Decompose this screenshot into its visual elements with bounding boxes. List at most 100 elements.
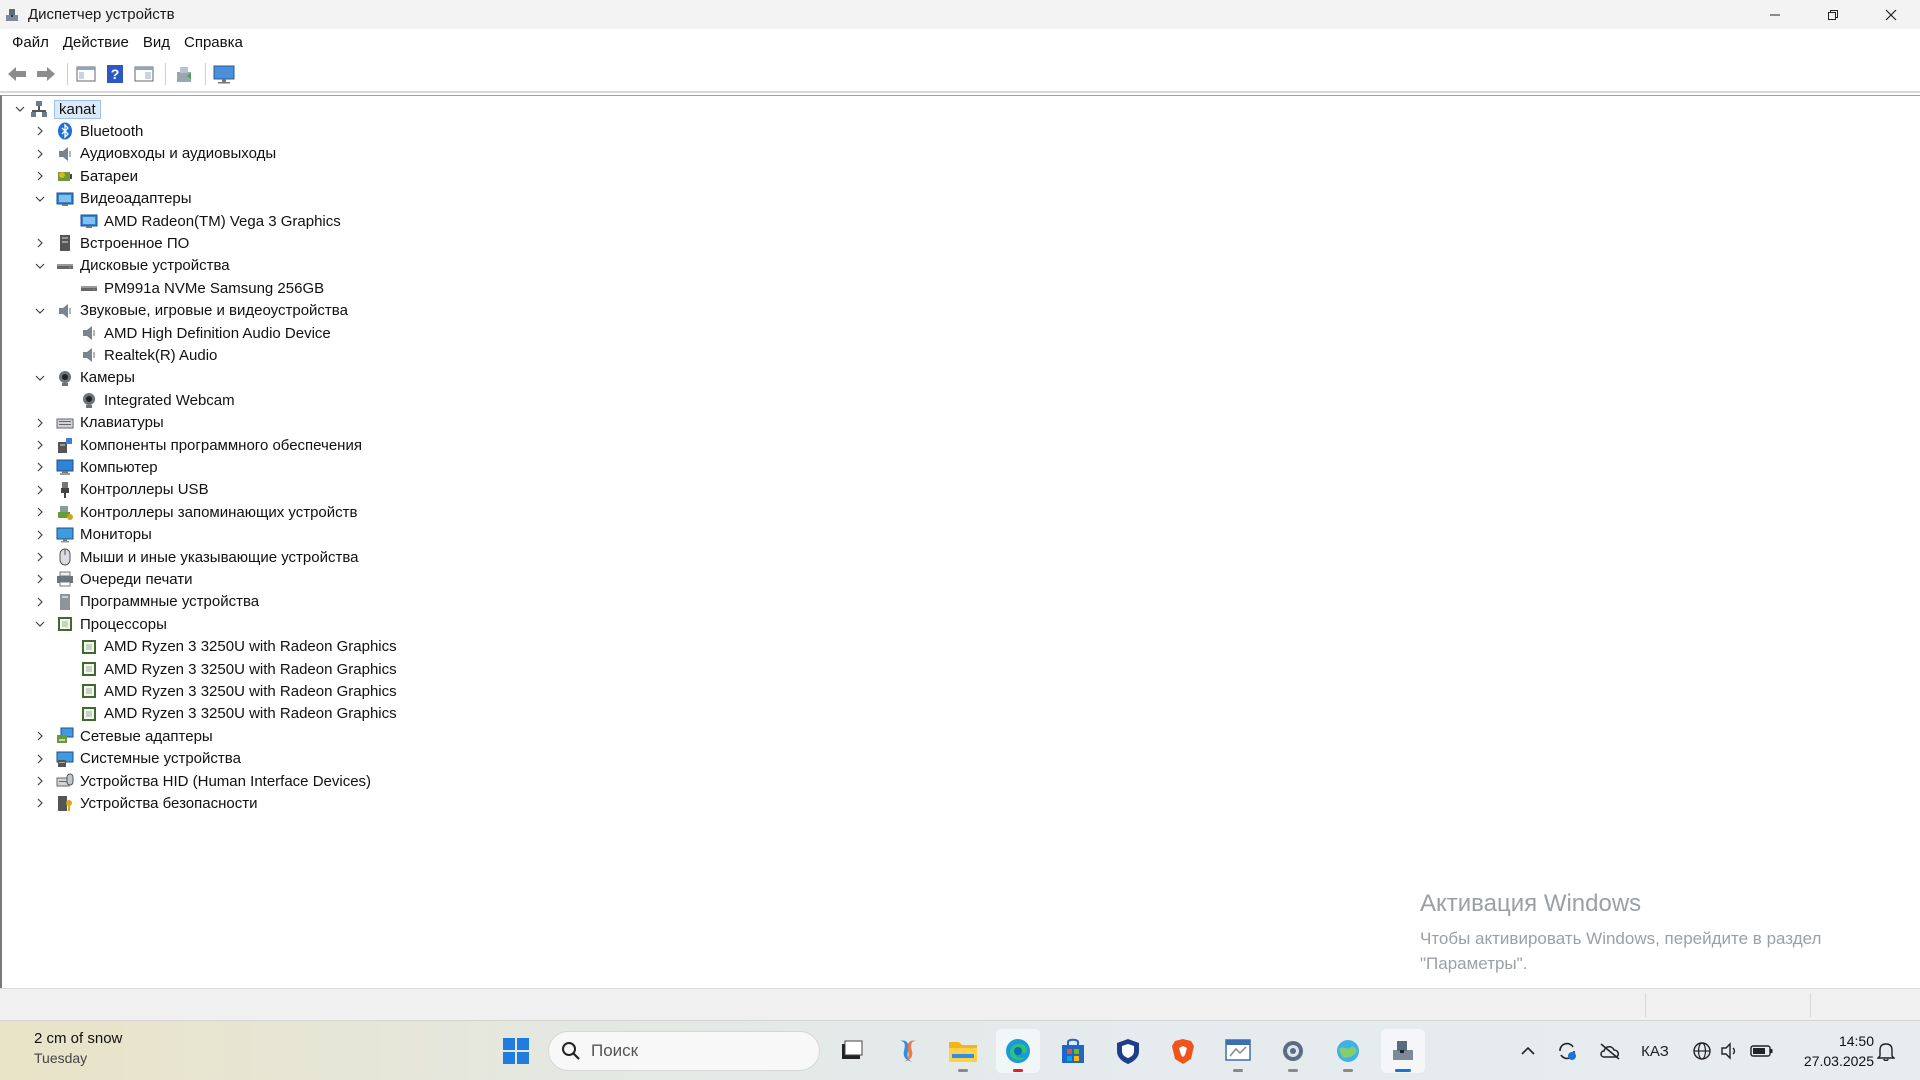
tree-category[interactable]: Мониторы [37,524,152,546]
tree-category[interactable]: Сетевые адаптеры [37,725,213,747]
chevron-right-icon[interactable] [34,506,46,518]
chevron-right-icon[interactable] [34,551,46,563]
start-button[interactable] [494,1029,538,1073]
language-indicator[interactable]: КАЗ [1638,1021,1672,1080]
tree-category[interactable]: Контроллеры запоминающих устройств [37,501,357,523]
chevron-right-icon[interactable] [34,237,46,249]
chevron-right-icon[interactable] [34,573,46,585]
tree-category[interactable]: Контроллеры USB [37,479,209,501]
chevron-right-icon[interactable] [34,529,46,541]
minimize-button[interactable] [1746,0,1804,29]
chevron-right-icon[interactable] [34,125,46,137]
chevron-right-icon[interactable] [34,797,46,809]
tree-category[interactable]: Камеры [35,367,135,389]
tree-category[interactable]: Процессоры [35,613,167,635]
update-driver-button[interactable] [171,61,197,87]
camera-icon [80,391,98,409]
tree-category[interactable]: Устройства безопасности [37,792,257,814]
chevron-right-icon[interactable] [34,484,46,496]
back-button[interactable] [4,61,30,87]
tree-category[interactable]: Дисковые устройства [35,255,230,277]
chevron-down-icon[interactable] [34,618,46,630]
brave-button[interactable] [1161,1029,1205,1073]
speaker-icon [80,346,98,364]
chevron-right-icon[interactable] [34,753,46,765]
chevron-down-icon[interactable] [34,193,46,205]
scan-hardware-changes-button[interactable] [211,61,237,87]
chevron-right-icon[interactable] [34,417,46,429]
help-button[interactable]: ? [102,61,128,87]
tree-category[interactable]: Компоненты программного обеспечения [37,434,362,456]
tree-device[interactable]: Integrated Webcam [62,389,235,411]
menu-help[interactable]: Справка [177,29,250,57]
app-button[interactable] [1326,1029,1370,1073]
tree-device[interactable]: AMD Ryzen 3 3250U with Radeon Graphics [62,680,397,702]
tree-category[interactable]: Клавиатуры [37,412,164,434]
chevron-right-icon[interactable] [34,730,46,742]
properties-button[interactable] [131,61,157,87]
tree-device[interactable]: AMD High Definition Audio Device [62,322,331,344]
tree-item-label: Компоненты программного обеспечения [80,436,362,454]
chevron-right-icon[interactable] [34,170,46,182]
menu-action[interactable]: Действие [56,29,136,57]
close-button[interactable] [1862,0,1920,29]
show-hide-console-tree-button[interactable] [73,61,99,87]
tree-category[interactable]: Звуковые, игровые и видеоустройства [35,300,348,322]
tree-category[interactable]: Программные устройства [37,591,260,613]
tree-category[interactable]: Аудиовходы и аудиовыходы [37,143,276,165]
settings-button[interactable] [1271,1029,1315,1073]
tree-device[interactable]: PM991a NVMe Samsung 256GB [62,277,324,299]
tree-device[interactable]: AMD Ryzen 3 3250U with Radeon Graphics [62,703,397,725]
forward-button[interactable] [33,61,59,87]
tree-root[interactable]: kanat [14,98,101,120]
show-hidden-icons-button[interactable] [1516,1021,1540,1080]
chevron-down-icon[interactable] [34,260,46,272]
onedrive-tray-icon[interactable] [1595,1021,1625,1080]
menu-view[interactable]: Вид [136,29,177,57]
window-title: Диспетчер устройств [28,6,175,23]
tree-item-label: PM991a NVMe Samsung 256GB [104,279,325,297]
chevron-right-icon[interactable] [34,439,46,451]
tree-item-label: Программные устройства [80,593,260,611]
edge-button[interactable] [996,1029,1040,1073]
tree-device[interactable]: AMD Radeon(TM) Vega 3 Graphics [62,210,341,232]
microsoft-store-button[interactable] [1051,1029,1095,1073]
taskbar-search[interactable]: Поиск [548,1031,820,1071]
tree-category[interactable]: Системные устройства [37,748,241,770]
copilot-button[interactable] [886,1029,930,1073]
chevron-right-icon[interactable] [34,461,46,473]
tree-device[interactable]: AMD Ryzen 3 3250U with Radeon Graphics [62,636,397,658]
tree-category[interactable]: Мыши и иные указывающие устройства [37,546,358,568]
tree-category[interactable]: Встроенное ПО [37,232,189,254]
chevron-right-icon[interactable] [34,148,46,160]
task-view-button[interactable] [830,1029,874,1073]
snipping-tool-button[interactable] [1216,1029,1260,1073]
weather-widget[interactable]: 2 cm of snow Tuesday [34,1030,122,1066]
chevron-down-icon[interactable] [14,103,26,115]
volume-tray-icon[interactable] [1718,1021,1742,1080]
windows-logo-icon [503,1038,529,1064]
gear-icon [1283,1041,1303,1061]
menu-file[interactable]: Файл [5,29,56,57]
device-manager-taskbar-button[interactable] [1381,1029,1425,1073]
chevron-down-icon[interactable] [34,372,46,384]
tree-category[interactable]: Очереди печати [37,568,193,590]
restore-button[interactable] [1804,0,1862,29]
tree-category[interactable]: Батареи [37,165,138,187]
network-tray-icon[interactable] [1690,1021,1714,1080]
tree-category[interactable]: Видеоадаптеры [35,188,192,210]
tree-device[interactable]: Realtek(R) Audio [62,344,217,366]
file-explorer-button[interactable] [941,1029,985,1073]
clock[interactable]: 14:50 27.03.2025 [1780,1031,1874,1071]
tree-category[interactable]: Устройства HID (Human Interface Devices) [37,770,371,792]
chevron-down-icon[interactable] [34,305,46,317]
chevron-right-icon[interactable] [34,596,46,608]
tree-category[interactable]: Bluetooth [37,120,143,142]
tree-device[interactable]: AMD Ryzen 3 3250U with Radeon Graphics [62,658,397,680]
sync-tray-icon[interactable] [1554,1021,1580,1080]
chevron-right-icon[interactable] [34,775,46,787]
battery-tray-icon[interactable] [1748,1021,1776,1080]
defender-button[interactable] [1106,1029,1150,1073]
notifications-button[interactable] [1872,1021,1900,1080]
tree-category[interactable]: Компьютер [37,456,158,478]
